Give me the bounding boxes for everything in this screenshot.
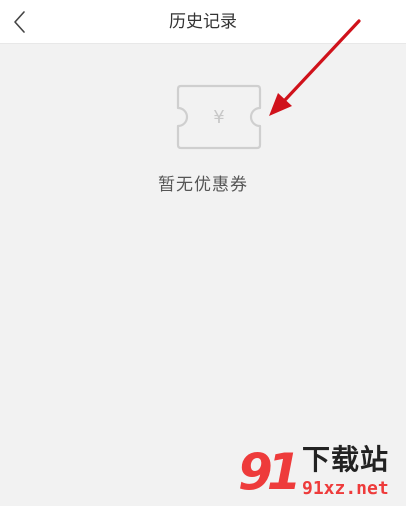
page-title: 历史记录 [169, 12, 237, 32]
main-content: ¥ 暂无优惠券 [0, 44, 406, 506]
top-nav-bar: 历史记录 [0, 0, 406, 44]
empty-message: 暂无优惠券 [158, 175, 248, 195]
watermark-url: 91xz.net [302, 478, 389, 499]
watermark-logo-number: 91 [238, 443, 302, 501]
watermark-site-name: 下载站 [302, 443, 390, 476]
currency-symbol: ¥ [213, 107, 224, 128]
coupon-icon: ¥ [176, 84, 262, 150]
chevron-left-icon [14, 11, 25, 33]
site-watermark: 91 下载站 91xz.net [236, 440, 406, 506]
back-button[interactable] [0, 0, 40, 44]
